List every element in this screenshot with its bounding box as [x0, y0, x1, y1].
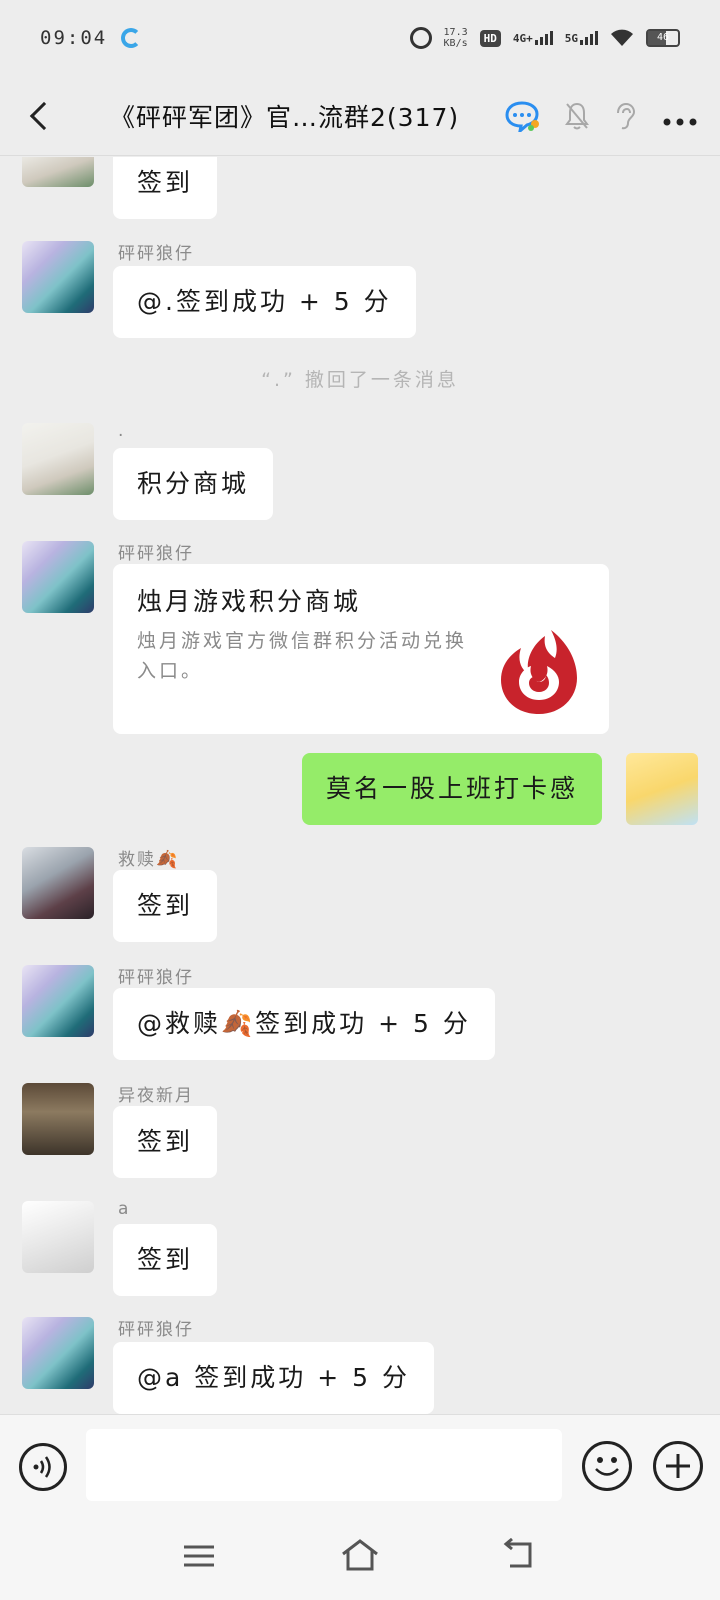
message-bubble[interactable]: @a 签到成功 + 5 分: [113, 1342, 434, 1414]
avatar[interactable]: [22, 1201, 94, 1273]
signal-4g-label: 4G+: [512, 32, 533, 45]
avatar[interactable]: [22, 965, 94, 1037]
candle-flame-logo: [501, 630, 577, 714]
signal-5g: 5G: [565, 31, 598, 45]
recall-notice: “.” 撤回了一条消息: [261, 369, 459, 391]
message-bubble[interactable]: 签到: [113, 1224, 218, 1296]
signal-bars-icon: [534, 31, 553, 45]
message-bubble[interactable]: @.签到成功 + 5 分: [113, 266, 416, 338]
avatar[interactable]: [22, 157, 94, 187]
sender-name: 砰砰狼仔: [118, 968, 194, 988]
chat-title[interactable]: 《砰砰军团》官…流群2(317): [110, 98, 459, 134]
signal-5g-label: 5G: [564, 32, 578, 45]
more-horizontal-icon: [663, 118, 697, 125]
menu-icon[interactable]: [184, 1544, 214, 1568]
emoji-button[interactable]: [582, 1441, 632, 1491]
avatar[interactable]: [22, 847, 94, 919]
signal-4g: 4G+: [513, 31, 553, 45]
chevron-left-icon: [29, 101, 59, 130]
header-actions: [504, 76, 700, 156]
battery-level: 46: [656, 32, 670, 43]
message-bubble[interactable]: 签到: [113, 157, 218, 219]
avatar[interactable]: [22, 541, 94, 613]
voice-button[interactable]: [19, 1443, 67, 1491]
hd-badge: HD: [479, 29, 501, 47]
home-icon[interactable]: [340, 1538, 380, 1572]
app-notification-icon: [121, 28, 142, 48]
status-indicators: 17.3 KB/s HD 4G+ 5G 46: [409, 27, 680, 49]
message-bubble[interactable]: 签到: [113, 870, 218, 942]
message-bubble[interactable]: 积分商城: [113, 448, 274, 520]
sender-name: 异夜新月: [118, 1086, 194, 1106]
avatar[interactable]: [22, 423, 94, 495]
message-bubble-self[interactable]: 莫名一股上班打卡感: [301, 753, 602, 825]
sender-name: .: [118, 421, 126, 441]
avatar[interactable]: [626, 753, 698, 825]
network-speed-value: 17.3: [443, 27, 468, 38]
card-description: 烛月游戏官方微信群积分活动兑换入口。: [137, 630, 468, 682]
voice-icon: [33, 1456, 51, 1478]
card-title: 烛月游戏积分商城: [137, 587, 362, 616]
chat-header: 《砰砰军团》官…流群2(317): [0, 76, 720, 156]
plus-icon: [666, 1454, 690, 1478]
message-list[interactable]: 签到 砰砰狼仔 @.签到成功 + 5 分 “.” 撤回了一条消息 . 积分商城 …: [0, 157, 720, 1414]
system-navigation-bar: [0, 1514, 720, 1600]
message-input[interactable]: [86, 1429, 562, 1501]
more-functions-button[interactable]: [653, 1441, 703, 1491]
wifi-icon: [611, 29, 633, 46]
avatar[interactable]: [22, 241, 94, 313]
network-speed-unit: KB/s: [443, 38, 468, 49]
bell-off-icon[interactable]: [564, 101, 590, 131]
more-options-button[interactable]: [660, 99, 700, 134]
back-icon[interactable]: [502, 1538, 536, 1570]
avatar[interactable]: [22, 1083, 94, 1155]
message-bubble[interactable]: 签到: [113, 1106, 218, 1178]
sender-name: a: [118, 1199, 131, 1219]
emoji-icon: [595, 1457, 619, 1476]
input-bar: [0, 1414, 720, 1514]
signal-bars-icon: [580, 31, 598, 45]
sender-name: 砰砰狼仔: [118, 244, 194, 264]
alarm-icon: [409, 27, 432, 49]
battery-icon: 46: [646, 29, 680, 47]
network-speed: 17.3 KB/s: [444, 27, 468, 49]
status-bar: 09:04 17.3 KB/s HD 4G+ 5G 46: [0, 0, 720, 76]
avatar[interactable]: [22, 1317, 94, 1389]
sender-name: 救赎🍂: [118, 850, 180, 870]
sender-name: 砰砰狼仔: [118, 1320, 194, 1340]
message-bubble[interactable]: @救赎🍂签到成功 + 5 分: [113, 988, 495, 1060]
sender-name: 砰砰狼仔: [118, 544, 194, 564]
group-chat-icon[interactable]: [504, 100, 542, 132]
back-button[interactable]: [0, 76, 80, 156]
clock: 09:04: [40, 27, 108, 49]
mini-program-card[interactable]: 烛月游戏积分商城 烛月游戏官方微信群积分活动兑换入口。: [113, 564, 609, 734]
ear-icon[interactable]: [612, 101, 638, 131]
